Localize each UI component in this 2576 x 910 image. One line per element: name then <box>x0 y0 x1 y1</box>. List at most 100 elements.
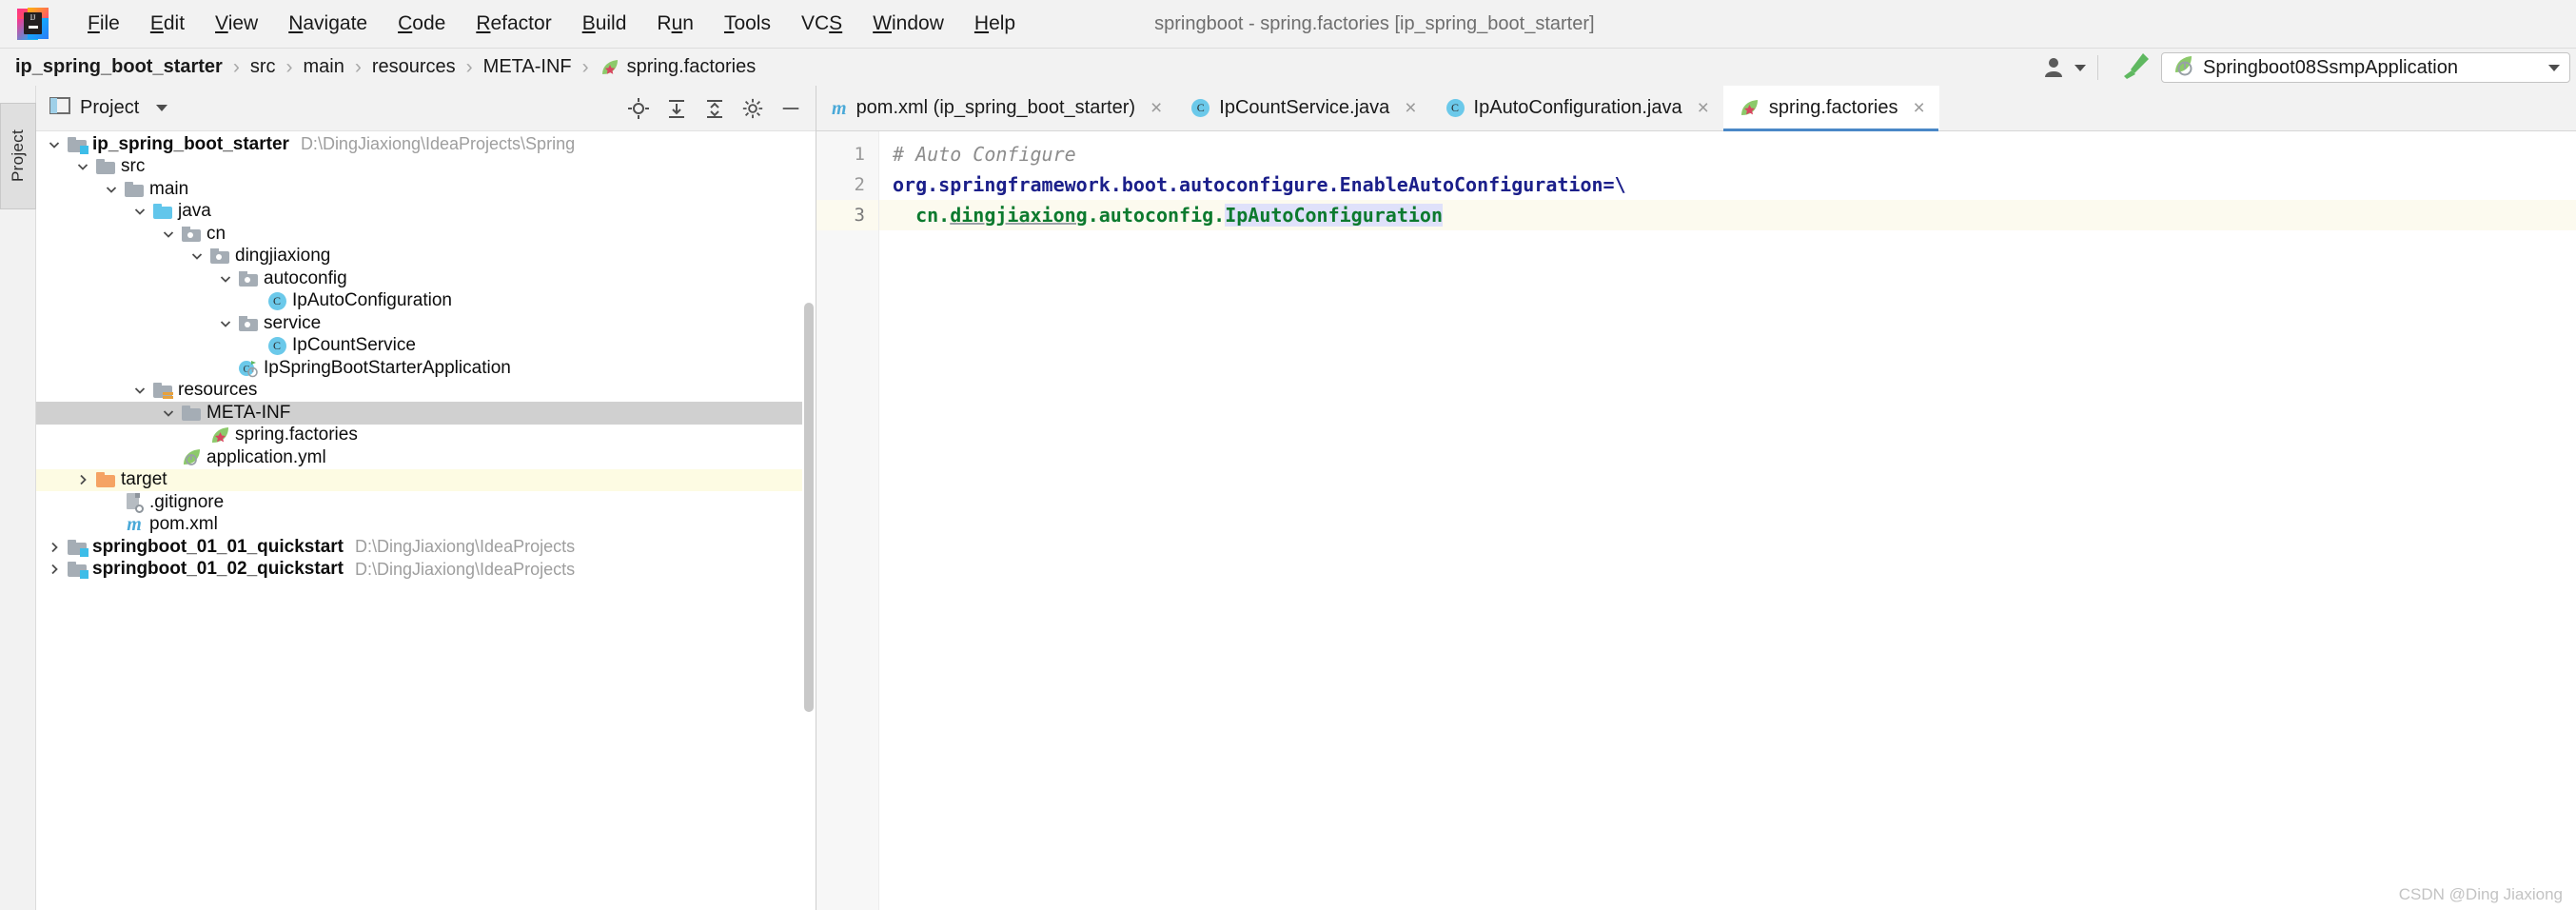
tree-node[interactable]: cn <box>36 223 816 246</box>
chevron-down-icon[interactable] <box>215 316 236 331</box>
tree-node[interactable]: C IpAutoConfiguration <box>36 290 816 313</box>
code-line[interactable]: org.springframework.boot.autoconfigure.E… <box>879 169 2576 200</box>
expand-all-icon[interactable] <box>665 97 688 120</box>
tree-node[interactable]: src <box>36 156 816 179</box>
tree-node[interactable]: .gitignore <box>36 491 816 514</box>
hammer-icon[interactable] <box>2119 50 2152 86</box>
menu-code[interactable]: Code <box>383 9 461 39</box>
menu-window[interactable]: Window <box>857 9 959 39</box>
chevron-down-icon[interactable] <box>2548 64 2560 71</box>
tree-node[interactable]: target <box>36 468 816 491</box>
breadcrumb-item-main[interactable]: main <box>302 54 346 80</box>
tree-node[interactable]: main <box>36 178 816 201</box>
window-title: springboot - spring.factories [ip_spring… <box>1154 12 1595 34</box>
editor-tab-icon-wrap: C <box>1445 99 1465 117</box>
settings-gear-icon[interactable] <box>741 97 764 120</box>
breadcrumb-item-spring-factories[interactable]: spring.factories <box>598 54 758 80</box>
editor-tab[interactable]: spring.factories × <box>1722 86 1939 131</box>
chevron-right-icon[interactable] <box>72 472 93 487</box>
locate-icon[interactable] <box>627 97 650 120</box>
menu-run[interactable]: Run <box>641 9 709 39</box>
run-configuration-selector[interactable]: Springboot08SsmpApplication <box>2161 52 2570 83</box>
tree-node[interactable]: C IpSpringBootStarterApplication <box>36 357 816 380</box>
tree-node[interactable]: dingjiaxiong <box>36 246 816 268</box>
tree-node[interactable]: META-INF <box>36 402 816 425</box>
chevron-down-icon[interactable] <box>158 406 179 421</box>
chevron-down-icon[interactable] <box>2075 64 2086 71</box>
main-content: Project Project ip_spring_boot_starter D… <box>0 86 2576 910</box>
toolbar-divider <box>2097 55 2098 80</box>
menu-refactor[interactable]: Refactor <box>461 9 566 39</box>
code-editor[interactable]: 1 2 3 # Auto Configure org.springframework.… <box>816 131 2576 910</box>
editor-tab[interactable]: m pom.xml (ip_spring_boot_starter) × <box>816 86 1176 130</box>
project-tree-scrollbar[interactable] <box>802 131 816 910</box>
code-token: org.springframework.boot.autoconfigure.E… <box>893 173 1626 196</box>
tree-node-label: dingjiaxiong <box>235 246 331 267</box>
collapse-all-icon[interactable] <box>703 97 726 120</box>
tree-node[interactable]: ip_spring_boot_starter D:\DingJiaxiong\Id… <box>36 133 816 156</box>
chevron-down-icon[interactable] <box>156 105 168 111</box>
menu-file[interactable]: File <box>72 9 135 39</box>
chevron-down-icon[interactable] <box>129 383 150 398</box>
menu-vcs[interactable]: VCS <box>786 9 857 39</box>
tree-node[interactable]: autoconfig <box>36 267 816 290</box>
chevron-down-icon[interactable] <box>187 248 207 264</box>
close-icon[interactable]: × <box>1405 98 1416 118</box>
tree-node[interactable]: springboot_01_01_quickstart D:\DingJiaxio… <box>36 536 816 559</box>
tree-node[interactable]: m pom.xml <box>36 514 816 537</box>
menu-edit[interactable]: Edit <box>135 9 200 39</box>
tree-node[interactable]: java <box>36 201 816 224</box>
tree-node[interactable]: service <box>36 312 816 335</box>
close-icon[interactable]: × <box>1698 98 1709 118</box>
breadcrumb-item-resources[interactable]: resources <box>370 54 458 80</box>
menu-build[interactable]: Build <box>567 9 642 39</box>
tree-node[interactable]: resources <box>36 380 816 403</box>
close-icon[interactable]: × <box>1150 98 1162 118</box>
tree-node-label: src <box>121 156 146 177</box>
folder-resources-icon <box>153 383 173 400</box>
tree-node-icon-wrap <box>65 136 89 154</box>
chevron-right-icon[interactable] <box>44 540 65 555</box>
tree-node-label: springboot_01_02_quickstart <box>92 559 344 580</box>
project-tree[interactable]: ip_spring_boot_starter D:\DingJiaxiong\Id… <box>36 131 816 910</box>
folder-sources-icon <box>153 204 172 220</box>
tree-node[interactable]: C IpCountService <box>36 335 816 358</box>
breadcrumb-item-src[interactable]: src <box>248 54 278 80</box>
menu-tools[interactable]: Tools <box>709 9 786 39</box>
editor-tab[interactable]: C IpCountService.java × <box>1176 86 1430 130</box>
close-icon[interactable]: × <box>1913 98 1924 118</box>
chevron-down-icon[interactable] <box>129 204 150 219</box>
user-silhouette-icon[interactable] <box>2044 56 2086 79</box>
editor-tab-label: IpAutoConfiguration.java <box>1473 97 1682 118</box>
code-line[interactable]: # Auto Configure <box>879 139 2576 169</box>
chevron-down-icon[interactable] <box>101 182 122 197</box>
hide-minus-icon[interactable] <box>779 97 802 120</box>
tree-node-icon-wrap <box>122 492 147 513</box>
chevron-right-icon[interactable] <box>44 562 65 577</box>
spring-boot-run-icon <box>2172 55 2194 81</box>
tree-node[interactable]: springboot_01_02_quickstart D:\DingJiaxio… <box>36 559 816 582</box>
chevron-down-icon[interactable] <box>72 159 93 174</box>
menu-help[interactable]: Help <box>959 9 1031 39</box>
tree-node[interactable]: application.yml <box>36 446 816 469</box>
editor-tab[interactable]: C IpAutoConfiguration.java × <box>1431 86 1723 130</box>
chevron-down-icon[interactable] <box>44 137 65 152</box>
chevron-down-icon[interactable] <box>158 227 179 242</box>
chevron-down-icon[interactable] <box>215 271 236 287</box>
code-line[interactable]: cn.dingjiaxiong.autoconfig.IpAutoConfigu… <box>879 200 2576 230</box>
breadcrumb-item-project[interactable]: ip_spring_boot_starter <box>13 54 225 80</box>
menu-navigate[interactable]: Navigate <box>273 9 383 39</box>
tree-node-icon-wrap <box>150 204 175 220</box>
code-content[interactable]: # Auto Configure org.springframework.boot… <box>879 131 2576 910</box>
code-token: cn. <box>893 204 951 227</box>
breadcrumb-item-meta-inf[interactable]: META-INF <box>482 54 574 80</box>
line-number-gutter: 1 2 3 <box>816 131 879 910</box>
tree-node[interactable]: spring.factories <box>36 425 816 447</box>
folder-gray-icon <box>96 159 115 175</box>
tree-node-label: spring.factories <box>235 425 358 445</box>
menu-view[interactable]: View <box>200 9 273 39</box>
package-icon <box>182 226 201 242</box>
tree-node-label: META-INF <box>206 402 291 423</box>
tool-window-button-project[interactable]: Project <box>0 103 36 209</box>
scrollbar-thumb[interactable] <box>804 303 814 712</box>
